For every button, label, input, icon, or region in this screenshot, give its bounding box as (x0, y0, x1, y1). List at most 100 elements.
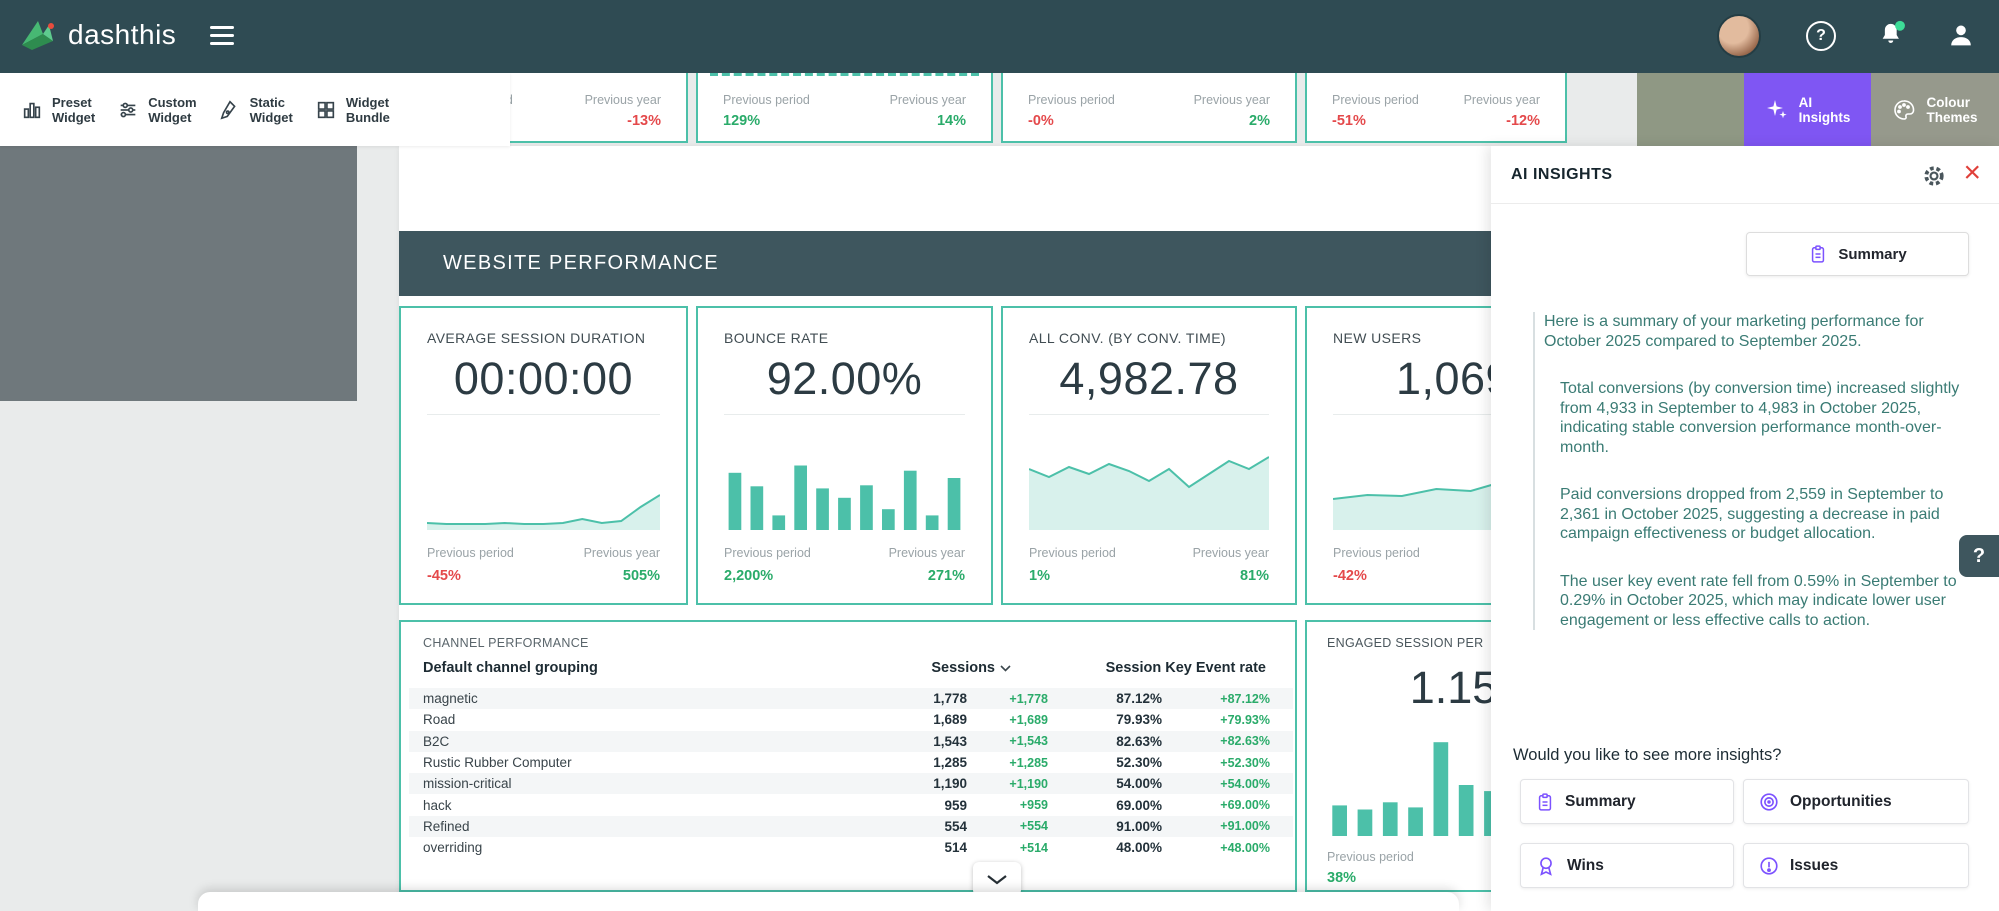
help-tab-button[interactable]: ? (1959, 535, 1999, 577)
divider (1029, 414, 1269, 415)
prev-year-value: 505% (623, 568, 660, 584)
table-row: Refined 554 +554 91.00% +91.00% (409, 816, 1293, 837)
sessions-value: 1,190 (829, 776, 967, 791)
table-row: B2C 1,543 +1,543 82.63% +82.63% (409, 731, 1293, 752)
kpi-widget-bounce-rate[interactable]: BOUNCE RATE 92.00% Previous period Previ… (696, 306, 993, 605)
rate-value: 48.00% (1048, 840, 1162, 855)
alert-icon (1758, 855, 1780, 877)
prev-period-label: Previous period (1332, 93, 1419, 107)
prev-year-label: Previous year (585, 93, 661, 107)
insight-text-block: Here is a summary of your marketing perf… (1533, 312, 1963, 630)
prev-year-value: -13% (627, 113, 661, 129)
divider (427, 414, 660, 415)
channel-name: mission-critical (409, 776, 829, 791)
menu-icon[interactable] (210, 26, 234, 50)
button-label: Issues (1790, 857, 1838, 875)
dashthis-bird-icon (18, 15, 58, 55)
static-widget-button[interactable]: StaticWidget (210, 86, 302, 134)
prev-period-value: 2,200% (724, 568, 773, 584)
sessions-value: 1,543 (829, 734, 967, 749)
prev-period-label: Previous period (427, 546, 514, 560)
button-label: Insights (1799, 110, 1851, 125)
bar-chart-icon (21, 99, 43, 121)
prev-year-label: Previous year (1464, 93, 1540, 107)
sparkline-chart (427, 426, 660, 530)
theme-preview-block (1637, 73, 1744, 146)
rate-delta: +79.93% (1162, 713, 1270, 727)
widget-value: 92.00% (698, 353, 991, 405)
sessions-value: 1,778 (829, 691, 967, 706)
chevron-down-icon (1000, 665, 1011, 672)
rate-value: 91.00% (1048, 819, 1162, 834)
account-icon[interactable] (1946, 20, 1976, 55)
section-header[interactable]: WEBSITE PERFORMANCE (399, 231, 1602, 296)
widget-value: 00:00:00 (401, 353, 686, 405)
rate-value: 82.63% (1048, 734, 1162, 749)
chip-label: Summary (1838, 246, 1906, 263)
channel-name: Rustic Rubber Computer (409, 755, 829, 770)
bar-sparkline-chart (724, 426, 965, 530)
button-label: Wins (1567, 857, 1604, 875)
button-label: Widget (148, 110, 191, 125)
rate-delta: +48.00% (1162, 841, 1270, 855)
prev-year-value: 2% (1249, 113, 1270, 129)
widget-value: 4,982.78 (1003, 353, 1295, 405)
summary-chip-button[interactable]: Summary (1746, 232, 1969, 276)
ai-insights-button[interactable]: AIInsights (1744, 73, 1871, 146)
prev-year-label: Previous year (584, 546, 660, 560)
left-overlay-panel (0, 146, 357, 401)
column-header-sessions[interactable]: Sessions (931, 660, 1011, 676)
sessions-delta: +1,778 (967, 692, 1048, 706)
panel-header: AI INSIGHTS × (1491, 146, 1999, 204)
expand-table-button[interactable] (973, 862, 1021, 896)
settings-gear-icon[interactable] (1921, 163, 1947, 194)
button-label: AI (1799, 95, 1813, 110)
summary-insight-button[interactable]: Summary (1520, 779, 1734, 824)
chevron-down-icon (986, 874, 1008, 885)
dashthis-logo[interactable]: dashthis (18, 15, 176, 55)
close-icon[interactable]: × (1963, 157, 1981, 189)
prev-period-label: Previous period (724, 546, 811, 560)
issues-insight-button[interactable]: Issues (1743, 843, 1969, 888)
prev-period-label: Previous period (1327, 850, 1414, 864)
rate-delta: +52.30% (1162, 756, 1270, 770)
prev-period-label: Previous period (723, 93, 810, 107)
channel-name: Refined (409, 819, 829, 834)
prev-period-value: -45% (427, 568, 461, 584)
button-label: Opportunities (1790, 793, 1892, 811)
ai-insights-panel: AI INSIGHTS × Summary Here is a summary … (1491, 146, 1999, 911)
rate-value: 54.00% (1048, 776, 1162, 791)
prev-year-label: Previous year (1194, 93, 1270, 107)
avatar[interactable] (1717, 14, 1761, 58)
prev-year-label: Previous year (889, 546, 965, 560)
button-label: Static (250, 95, 285, 110)
prev-period-value: -0% (1028, 113, 1054, 129)
button-label: Widget (346, 95, 389, 110)
rate-value: 69.00% (1048, 798, 1162, 813)
prev-period-value: -51% (1332, 113, 1366, 129)
kpi-widget-avg-session-duration[interactable]: AVERAGE SESSION DURATION 00:00:00 Previo… (399, 306, 688, 605)
button-label: Widget (52, 110, 95, 125)
kpi-widget-all-conversions[interactable]: ALL CONV. (BY CONV. TIME) 4,982.78 Previ… (1001, 306, 1297, 605)
colour-themes-button[interactable]: ColourThemes (1871, 73, 1999, 146)
rate-delta: +91.00% (1162, 819, 1270, 833)
palette-icon (1892, 98, 1916, 122)
prev-year-value: -12% (1506, 113, 1540, 129)
preset-widget-button[interactable]: PresetWidget (12, 86, 104, 134)
notifications-bell-icon[interactable] (1876, 19, 1908, 56)
rate-delta: +82.63% (1162, 734, 1270, 748)
opportunities-insight-button[interactable]: Opportunities (1743, 779, 1969, 824)
channel-performance-widget[interactable]: CHANNEL PERFORMANCE Default channel grou… (399, 620, 1297, 892)
channel-name: Road (409, 712, 829, 727)
wins-insight-button[interactable]: Wins (1520, 843, 1734, 888)
sessions-value: 1,285 (829, 755, 967, 770)
widget-bundle-button[interactable]: WidgetBundle (306, 86, 399, 134)
help-icon[interactable]: ? (1806, 21, 1836, 51)
logo-text: dashthis (68, 19, 176, 51)
custom-widget-button[interactable]: CustomWidget (108, 86, 205, 134)
insight-paragraph: Paid conversions dropped from 2,559 in S… (1560, 485, 1963, 544)
sessions-delta: +554 (967, 819, 1048, 833)
button-label: Colour (1926, 95, 1970, 110)
widget-toolbar: PresetWidget CustomWidget StaticWidget W… (0, 73, 510, 146)
sliders-icon (117, 99, 139, 121)
